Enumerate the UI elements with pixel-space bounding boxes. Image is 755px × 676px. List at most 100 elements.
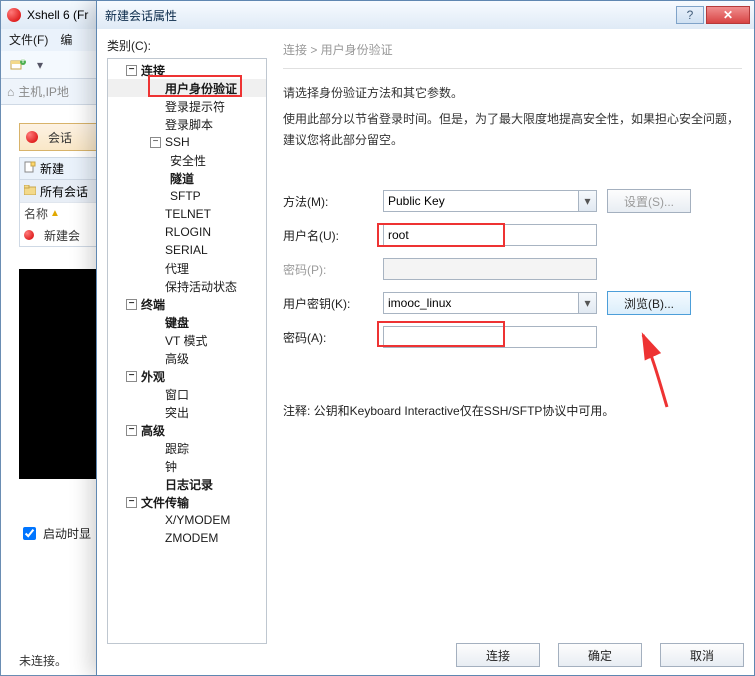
tree-keyboard[interactable]: 键盘	[108, 313, 266, 331]
label-username: 用户名(U):	[283, 227, 383, 244]
username-input[interactable]	[383, 224, 597, 246]
tree-filetransfer[interactable]: −文件传输	[108, 493, 266, 511]
tree-serial[interactable]: SERIAL	[108, 241, 266, 259]
auth-settings-pane: 连接 > 用户身份验证 请选择身份验证方法和其它参数。 使用此部分以节省登录时间…	[277, 37, 744, 633]
category-tree[interactable]: −连接 用户身份验证 登录提示符 登录脚本 −SSH 安全性 隧道 SFTP T…	[107, 58, 267, 644]
dialog-footer: 连接 确定 取消	[456, 643, 744, 667]
tree-logging[interactable]: 日志记录	[108, 475, 266, 493]
session-name: 新建会	[44, 227, 80, 244]
ok-button[interactable]: 确定	[558, 643, 642, 667]
userkey-combo[interactable]: imooc_linux ▾	[383, 292, 597, 314]
tree-ssh[interactable]: −SSH	[108, 133, 266, 151]
tree-zmodem[interactable]: ZMODEM	[108, 529, 266, 547]
tree-terminal-advanced[interactable]: 高级	[108, 349, 266, 367]
userkey-value: imooc_linux	[388, 296, 451, 310]
svg-text:+: +	[19, 58, 26, 67]
tree-tunnel[interactable]: 隧道	[108, 169, 266, 187]
tree-sftp[interactable]: SFTP	[108, 187, 266, 205]
tree-login-prompt[interactable]: 登录提示符	[108, 97, 266, 115]
folder-icon	[24, 184, 36, 198]
settings-button[interactable]: 设置(S)...	[607, 189, 691, 213]
breadcrumb: 连接 > 用户身份验证	[283, 41, 742, 58]
row-password: 密码(P):	[283, 254, 742, 284]
sessions-panel-header: 新建	[20, 158, 96, 180]
expander-icon[interactable]: −	[126, 65, 137, 76]
session-icon	[24, 230, 34, 240]
expander-icon[interactable]: −	[126, 299, 137, 310]
app-title: Xshell 6 (Fr	[27, 8, 88, 22]
name-column-header[interactable]: 名称 ▲	[20, 202, 96, 224]
menu-file[interactable]: 文件(F)	[9, 31, 48, 49]
startup-checkbox[interactable]: 启动时显	[19, 524, 91, 543]
toolbar-dropdown-icon[interactable]: ▾	[37, 58, 43, 72]
label-passphrase: 密码(A):	[283, 329, 383, 346]
chevron-down-icon[interactable]: ▾	[578, 191, 596, 211]
cancel-button[interactable]: 取消	[660, 643, 744, 667]
sort-indicator-icon: ▲	[50, 208, 60, 219]
divider	[283, 68, 742, 69]
new-doc-icon[interactable]	[24, 161, 36, 176]
toolbar-new-icon[interactable]: +	[7, 54, 31, 76]
name-col-label: 名称	[24, 205, 48, 222]
sessions-tab-label: 会话	[48, 129, 72, 146]
tree-login-script[interactable]: 登录脚本	[108, 115, 266, 133]
label-method: 方法(M):	[283, 193, 383, 210]
startup-checkbox-input[interactable]	[23, 527, 36, 540]
tree-highlight[interactable]: 突出	[108, 403, 266, 421]
sessions-tab[interactable]: 会话	[19, 123, 97, 151]
address-label: 主机,IP地	[18, 83, 69, 100]
sessions-panel: 新建 所有会话 名称 ▲ 新建会	[19, 157, 97, 247]
all-sessions-label: 所有会话	[40, 183, 88, 200]
method-value: Public Key	[388, 194, 445, 208]
category-label: 类别(C):	[107, 37, 267, 54]
tree-appearance[interactable]: −外观	[108, 367, 266, 385]
tree-window[interactable]: 窗口	[108, 385, 266, 403]
menu-edit[interactable]: 编	[60, 31, 72, 49]
expander-icon[interactable]: −	[150, 137, 161, 148]
password-input	[383, 258, 597, 280]
tree-rlogin[interactable]: RLOGIN	[108, 223, 266, 241]
terminal-area	[19, 269, 97, 479]
dialog-titlebar[interactable]: 新建会话属性 ? ✕	[97, 1, 754, 29]
category-column: 类别(C): −连接 用户身份验证 登录提示符 登录脚本 −SSH 安全性 隧道…	[107, 37, 267, 633]
app-logo-icon	[7, 8, 21, 22]
desc-line2: 使用此部分以节省登录时间。但是，为了最大限度地提高安全性，如果担心安全问题，建议…	[283, 109, 742, 150]
expander-icon[interactable]: −	[126, 371, 137, 382]
row-passphrase: 密码(A):	[283, 322, 742, 352]
method-combo[interactable]: Public Key ▾	[383, 190, 597, 212]
browse-button[interactable]: 浏览(B)...	[607, 291, 691, 315]
passphrase-input[interactable]	[383, 326, 597, 348]
row-userkey: 用户密钥(K): imooc_linux ▾ 浏览(B)...	[283, 288, 742, 318]
help-button[interactable]: ?	[676, 6, 704, 24]
close-button[interactable]: ✕	[706, 6, 750, 24]
label-password: 密码(P):	[283, 261, 383, 278]
expander-icon[interactable]: −	[126, 497, 137, 508]
tree-vtmode[interactable]: VT 模式	[108, 331, 266, 349]
dialog-title: 新建会话属性	[105, 7, 674, 24]
tree-xymodem[interactable]: X/YMODEM	[108, 511, 266, 529]
left-panel: 会话 新建 所有会话 名称 ▲ 新建会	[19, 123, 97, 247]
startup-checkbox-label: 启动时显	[43, 525, 91, 542]
connect-button[interactable]: 连接	[456, 643, 540, 667]
desc-line1: 请选择身份验证方法和其它参数。	[283, 83, 742, 103]
tree-bell[interactable]: 钟	[108, 457, 266, 475]
tree-advanced[interactable]: −高级	[108, 421, 266, 439]
note-text: 注释: 公钥和Keyboard Interactive仅在SSH/SFTP协议中…	[283, 402, 742, 419]
tree-trace[interactable]: 跟踪	[108, 439, 266, 457]
chevron-down-icon[interactable]: ▾	[578, 293, 596, 313]
all-sessions-row[interactable]: 所有会话	[20, 180, 96, 202]
addr-lock-icon: ⌂	[7, 85, 14, 99]
label-userkey: 用户密钥(K):	[283, 295, 383, 312]
row-method: 方法(M): Public Key ▾ 设置(S)...	[283, 186, 742, 216]
tree-connection[interactable]: −连接	[108, 61, 266, 79]
tree-security[interactable]: 安全性	[108, 151, 266, 169]
tree-terminal[interactable]: −终端	[108, 295, 266, 313]
session-row[interactable]: 新建会	[20, 224, 96, 246]
new-btn-label[interactable]: 新建	[40, 160, 64, 177]
expander-icon[interactable]: −	[126, 425, 137, 436]
tree-telnet[interactable]: TELNET	[108, 205, 266, 223]
tree-authentication[interactable]: 用户身份验证	[108, 79, 266, 97]
tree-proxy[interactable]: 代理	[108, 259, 266, 277]
tree-keepalive[interactable]: 保持活动状态	[108, 277, 266, 295]
session-properties-dialog: 新建会话属性 ? ✕ 类别(C): −连接 用户身份验证 登录提示符 登录脚本 …	[96, 0, 755, 676]
